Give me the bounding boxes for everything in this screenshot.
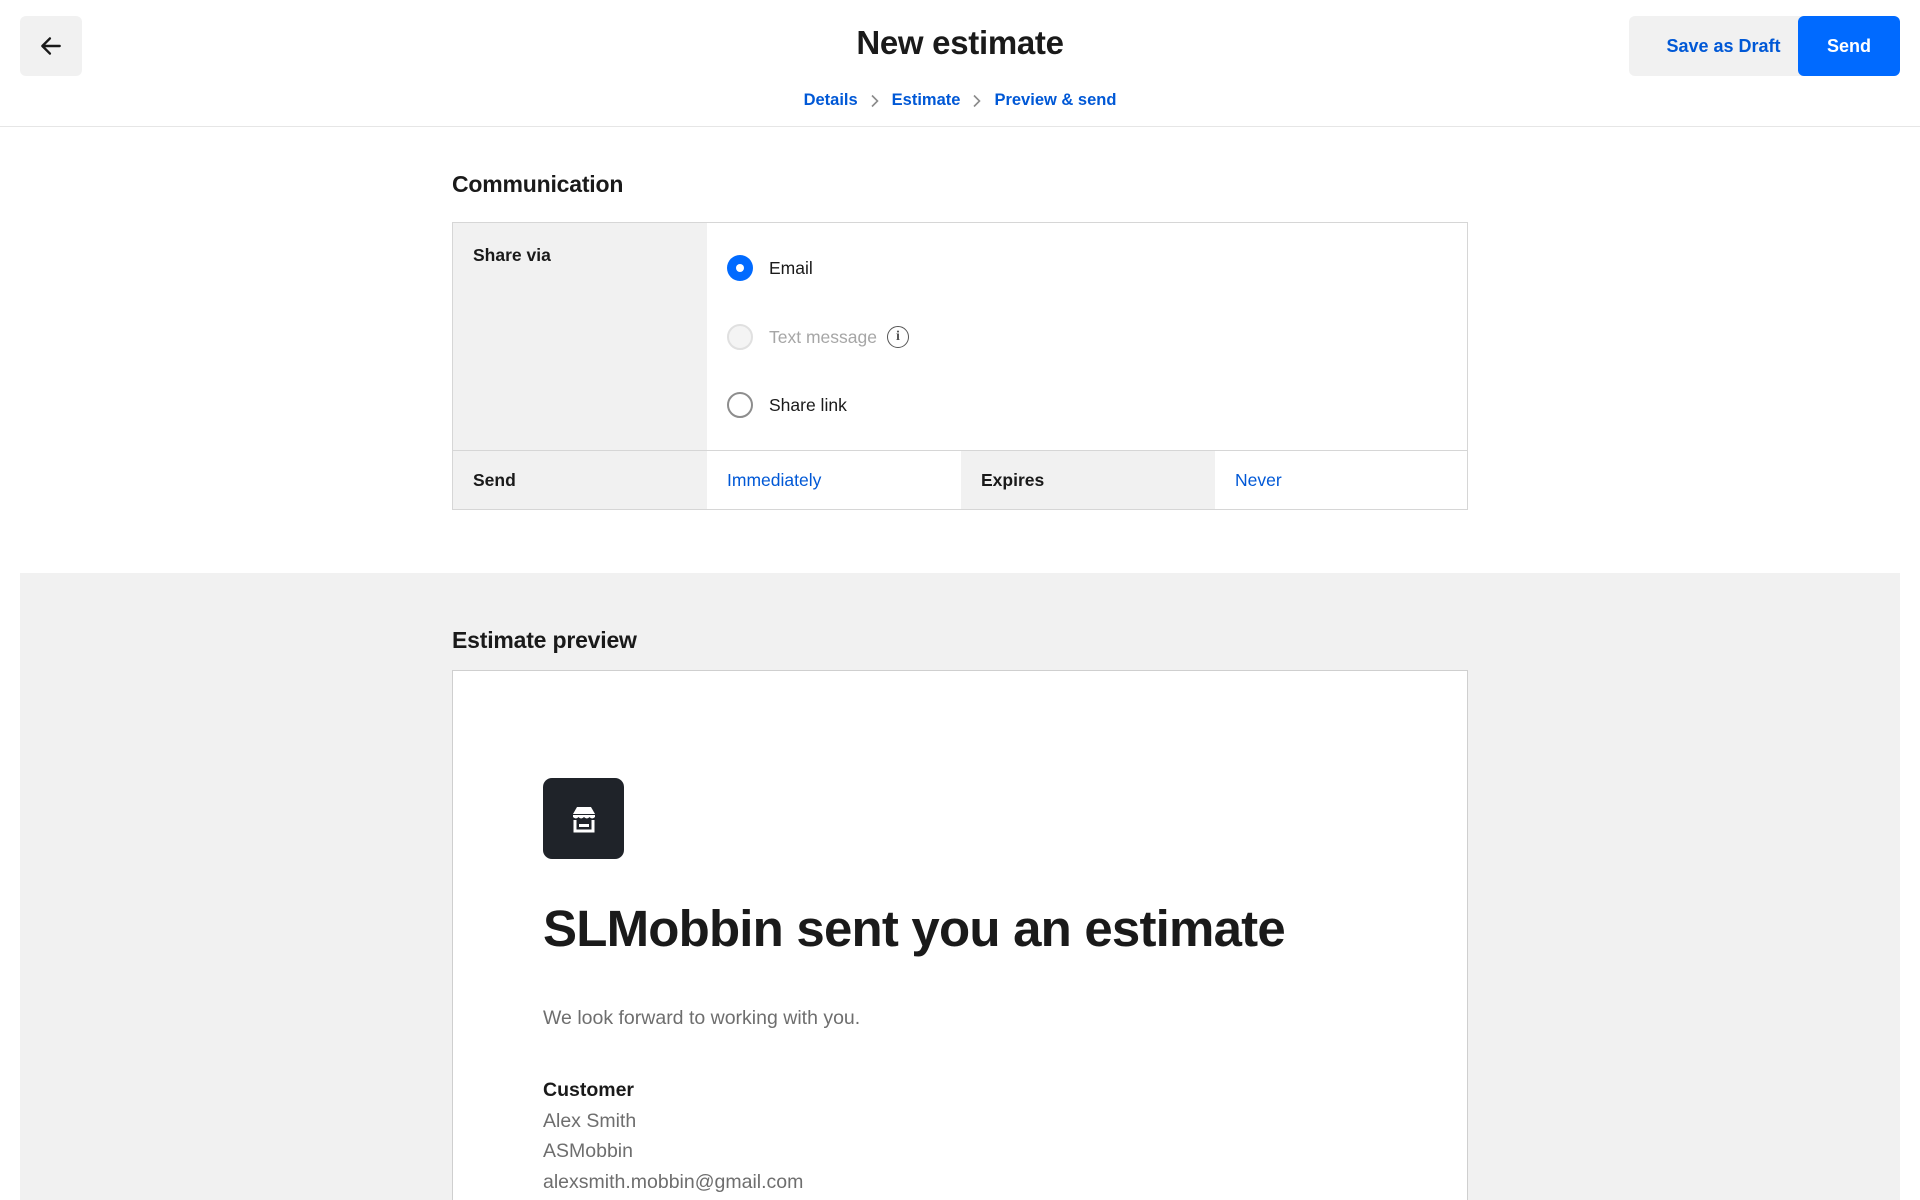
email-radio[interactable]: [727, 255, 753, 281]
send-timing-label: Send: [453, 451, 707, 509]
estimate-preview-card: SLMobbin sent you an estimate We look fo…: [452, 670, 1468, 1200]
top-bar: New estimate Details Estimate Preview & …: [0, 0, 1920, 127]
chevron-right-icon: [972, 94, 982, 108]
breadcrumb-details[interactable]: Details: [804, 91, 858, 110]
store-icon: [543, 778, 624, 859]
customer-email: alexsmith.mobbin@gmail.com: [543, 1171, 804, 1193]
info-icon[interactable]: i: [886, 326, 909, 348]
share-link-radio[interactable]: [727, 392, 753, 418]
chevron-right-icon: [870, 94, 880, 108]
breadcrumb: Details Estimate Preview & send: [0, 91, 1920, 110]
preview-message: We look forward to working with you.: [543, 1007, 861, 1029]
breadcrumb-estimate[interactable]: Estimate: [892, 91, 961, 110]
share-option-share-link[interactable]: Share link: [727, 392, 847, 418]
preview-heading: SLMobbin sent you an estimate: [543, 900, 1286, 957]
expires-value[interactable]: Never: [1235, 451, 1282, 509]
communication-heading: Communication: [452, 171, 624, 197]
text-message-radio-label: Text message: [769, 326, 877, 347]
customer-company: ASMobbin: [543, 1140, 633, 1162]
breadcrumb-preview-send[interactable]: Preview & send: [994, 91, 1116, 110]
customer-name: Alex Smith: [543, 1110, 637, 1132]
customer-title: Customer: [543, 1079, 635, 1101]
send-button[interactable]: Send: [1798, 16, 1900, 76]
share-via-label: Share via: [453, 223, 707, 450]
save-as-draft-button[interactable]: Save as Draft: [1629, 16, 1818, 76]
communication-table: Share via Email Text message i Share lin…: [452, 222, 1468, 510]
send-timing-value[interactable]: Immediately: [727, 451, 821, 509]
estimate-preview-heading: Estimate preview: [452, 627, 637, 653]
share-link-radio-label: Share link: [769, 394, 847, 415]
email-radio-label: Email: [769, 257, 813, 278]
expires-label: Expires: [961, 451, 1215, 509]
text-message-radio: [727, 324, 753, 350]
share-option-email[interactable]: Email: [727, 255, 813, 281]
share-option-text-message: Text message i: [727, 324, 909, 350]
